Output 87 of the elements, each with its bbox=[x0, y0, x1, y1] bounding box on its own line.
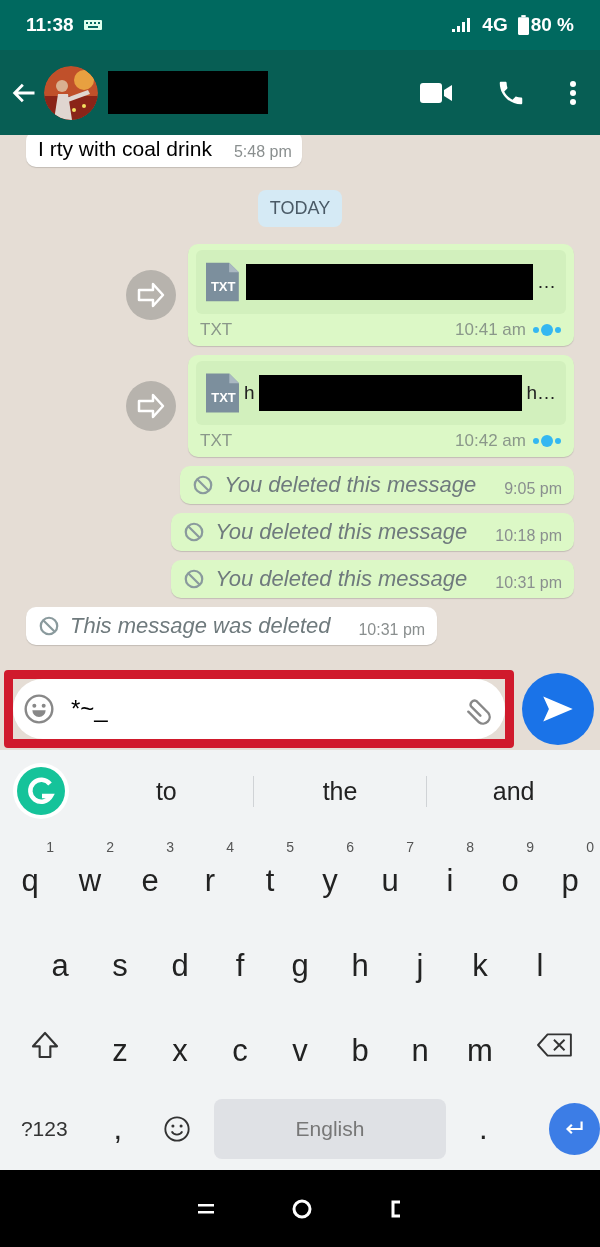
keyboard-icon bbox=[83, 20, 102, 30]
message-time: 5:48 pm bbox=[233, 143, 292, 161]
menu-icon[interactable] bbox=[198, 1202, 214, 1215]
clock: 11:38 bbox=[26, 14, 74, 36]
file-type-label: TXT bbox=[210, 389, 237, 405]
file-type-label: TXT bbox=[200, 320, 233, 340]
message-input[interactable]: *~_ bbox=[69, 694, 449, 724]
key-hint: 6 bbox=[346, 838, 354, 855]
more-options-icon[interactable] bbox=[570, 80, 576, 105]
key[interactable]: m bbox=[450, 1002, 510, 1088]
suggestion[interactable]: the bbox=[252, 775, 427, 807]
home-icon[interactable] bbox=[292, 1198, 312, 1219]
message-field[interactable]: *~_ bbox=[13, 679, 505, 739]
message-text: I rty with coal drink bbox=[38, 137, 212, 161]
symbols-key[interactable]: ?123 bbox=[0, 1115, 89, 1142]
blocked-icon bbox=[183, 521, 206, 543]
message-time: 9:05 pm bbox=[504, 480, 562, 498]
key[interactable]: o 9 bbox=[480, 832, 540, 918]
file-name: h… bbox=[526, 382, 556, 404]
period-key[interactable]: . bbox=[453, 1110, 513, 1147]
key-hint: 4 bbox=[226, 838, 234, 855]
backspace-icon bbox=[537, 1032, 573, 1057]
key[interactable]: y 6 bbox=[300, 832, 360, 918]
key[interactable]: e 3 bbox=[120, 832, 180, 918]
key-hint: 9 bbox=[526, 838, 534, 855]
blocked-icon bbox=[183, 568, 206, 590]
back-icon[interactable] bbox=[390, 1199, 402, 1218]
message-time: 10:42 am bbox=[455, 431, 526, 451]
key[interactable]: t 5 bbox=[240, 832, 300, 918]
key[interactable]: a bbox=[30, 917, 90, 1003]
battery-percent: 80 % bbox=[530, 14, 574, 36]
key-hint: 5 bbox=[286, 838, 294, 855]
key[interactable]: z bbox=[90, 1002, 150, 1088]
file-type-label: TXT bbox=[200, 431, 233, 451]
suggestion[interactable]: to bbox=[80, 775, 253, 807]
key[interactable]: q 1 bbox=[0, 832, 60, 918]
key[interactable]: s bbox=[90, 917, 150, 1003]
message-text: You deleted this message bbox=[215, 566, 468, 592]
document-icon bbox=[206, 262, 239, 302]
file-name: h bbox=[243, 382, 255, 404]
emoji-icon bbox=[162, 1114, 191, 1143]
message-text: You deleted this message bbox=[215, 519, 468, 545]
avatar[interactable] bbox=[44, 65, 98, 120]
network-type: 4G bbox=[482, 14, 508, 36]
message-time: 10:18 pm bbox=[495, 527, 562, 545]
key[interactable]: g bbox=[270, 917, 330, 1003]
key[interactable]: r 4 bbox=[180, 832, 240, 918]
key[interactable]: u 7 bbox=[360, 832, 420, 918]
key-hint: 1 bbox=[46, 838, 54, 855]
key[interactable]: f bbox=[210, 917, 270, 1003]
key[interactable]: p 0 bbox=[540, 832, 600, 918]
key-hint: 7 bbox=[406, 838, 414, 855]
message-time: 10:31 pm bbox=[495, 574, 562, 592]
message-time: 10:31 pm bbox=[358, 621, 426, 639]
blocked-icon bbox=[192, 474, 215, 496]
key[interactable]: x bbox=[150, 1002, 210, 1088]
battery-icon bbox=[517, 15, 529, 35]
message-time: 10:41 am bbox=[455, 320, 526, 340]
key[interactable]: v bbox=[270, 1002, 330, 1088]
key-hint: 0 bbox=[586, 838, 594, 855]
key-hint: 2 bbox=[106, 838, 114, 855]
key[interactable]: h bbox=[330, 917, 390, 1003]
file-message-bubble[interactable]: TXT … TXT 10:41 am bbox=[188, 244, 574, 346]
date-chip: TODAY bbox=[257, 190, 343, 227]
document-icon bbox=[206, 373, 239, 413]
key[interactable]: j bbox=[390, 917, 450, 1003]
key[interactable]: b bbox=[330, 1002, 390, 1088]
key[interactable]: l bbox=[510, 917, 570, 1003]
key-hint: 8 bbox=[466, 838, 474, 855]
suggestion[interactable]: and bbox=[426, 775, 600, 807]
signal-icon bbox=[452, 17, 473, 33]
key[interactable]: n bbox=[390, 1002, 450, 1088]
key[interactable]: w 2 bbox=[60, 832, 120, 918]
file-type-label: TXT bbox=[209, 278, 237, 294]
comma-key[interactable]: , bbox=[88, 1110, 148, 1147]
key-hint: 3 bbox=[166, 838, 174, 855]
video-call-icon[interactable] bbox=[420, 82, 452, 103]
key[interactable]: c bbox=[210, 1002, 270, 1088]
message-text: This message was deleted bbox=[70, 613, 331, 639]
key[interactable]: k bbox=[450, 917, 510, 1003]
file-message-bubble[interactable]: TXT h h… TXT 10:42 am bbox=[188, 355, 574, 457]
key[interactable]: i 8 bbox=[420, 832, 480, 918]
blocked-icon bbox=[38, 615, 60, 637]
file-name: … bbox=[537, 271, 556, 293]
emoji-icon[interactable] bbox=[23, 693, 55, 725]
key[interactable]: d bbox=[150, 917, 210, 1003]
message-text: You deleted this message bbox=[224, 472, 477, 498]
